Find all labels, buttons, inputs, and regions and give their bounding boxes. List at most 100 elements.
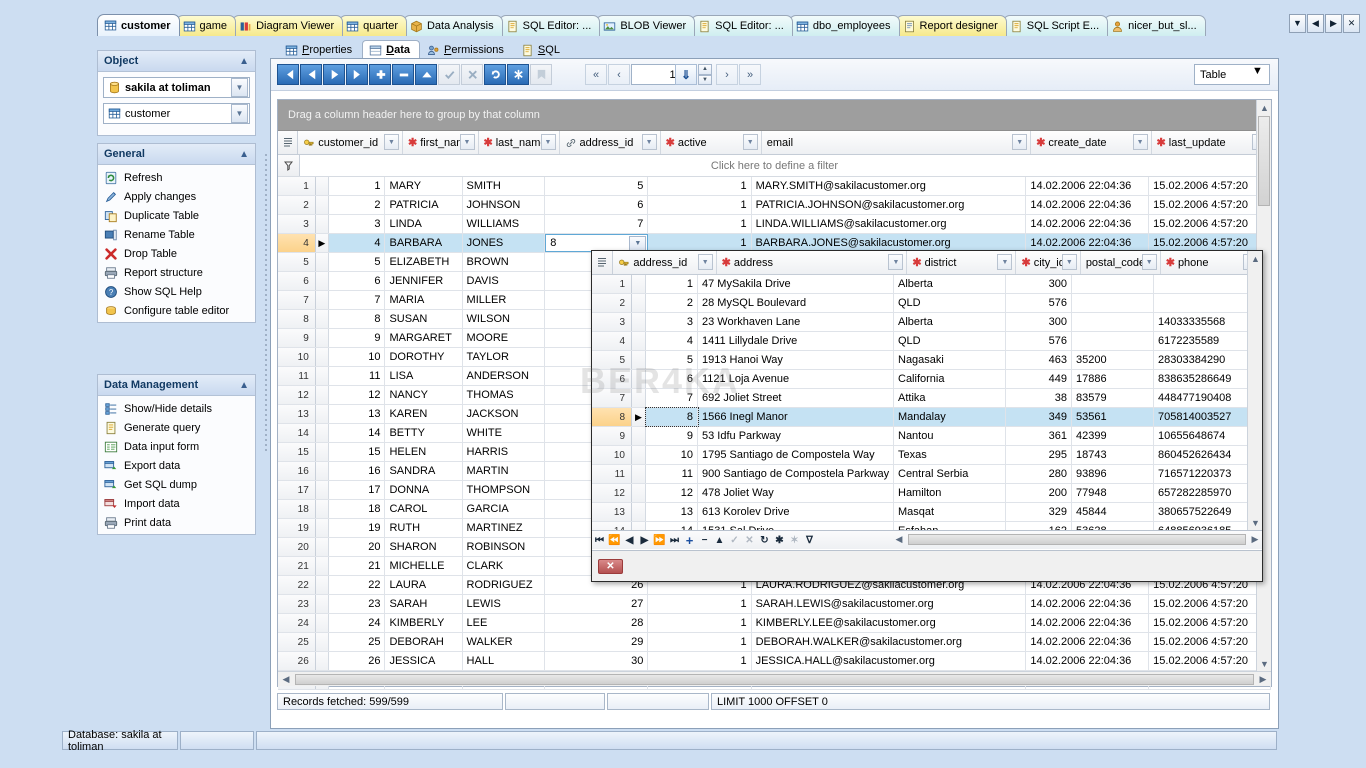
- cell-create_date[interactable]: 14.02.2006 22:04:36: [1026, 633, 1149, 651]
- cell-last_name[interactable]: SMITH: [463, 177, 546, 195]
- popup-cell-postal_code[interactable]: [1072, 332, 1154, 350]
- column-header-active[interactable]: ✱active▼: [661, 131, 762, 154]
- cell-last_update[interactable]: 15.02.2006 4:57:20: [1149, 215, 1271, 233]
- popup-cell-phone[interactable]: 380657522649: [1154, 503, 1258, 521]
- cell-customer_id[interactable]: 21: [329, 557, 386, 575]
- cell-customer_id[interactable]: 10: [329, 348, 386, 366]
- popup-cell-phone[interactable]: 657282285970: [1154, 484, 1258, 502]
- popup-cell-postal_code[interactable]: 53561: [1072, 408, 1154, 426]
- tab-dbo-employees[interactable]: dbo_employees: [789, 15, 900, 36]
- popup-cell-address[interactable]: 1795 Santiago de Compostela Way: [698, 446, 894, 464]
- object-panel-header[interactable]: Object ▲: [98, 51, 255, 72]
- cell-email[interactable]: JESSICA.HALL@sakilacustomer.org: [752, 652, 1027, 670]
- general-drop-table[interactable]: Drop Table: [100, 244, 255, 263]
- prior-record-button[interactable]: [300, 64, 322, 85]
- scroll-right-icon[interactable]: ▶: [1248, 534, 1262, 545]
- grid-filter-row[interactable]: Click here to define a filter: [278, 155, 1271, 177]
- popup-cell-postal_code[interactable]: [1072, 294, 1154, 312]
- cell-customer_id[interactable]: 15: [329, 443, 386, 461]
- cell-last_update[interactable]: 15.02.2006 4:57:20: [1149, 595, 1271, 613]
- popup-cell-phone[interactable]: 14033335568: [1154, 313, 1258, 331]
- popup-cell-address_id[interactable]: 6: [646, 370, 698, 388]
- general-apply-changes[interactable]: Apply changes: [100, 187, 255, 206]
- cell-last_name[interactable]: MILLER: [463, 291, 546, 309]
- table-row[interactable]: 33LINDAWILLIAMS71LINDA.WILLIAMS@sakilacu…: [278, 215, 1271, 234]
- cell-last_update[interactable]: 15.02.2006 4:57:20: [1149, 652, 1271, 670]
- popup-cell-address[interactable]: 28 MySQL Boulevard: [698, 294, 894, 312]
- popup-cell-phone[interactable]: 28303384290: [1154, 351, 1258, 369]
- scroll-up-icon[interactable]: ▲: [1257, 100, 1272, 115]
- popup-first-button[interactable]: ⏮: [592, 532, 607, 549]
- vscroll-thumb[interactable]: [1258, 116, 1270, 206]
- column-header-email[interactable]: email▼: [762, 131, 1031, 154]
- popup-cell-phone[interactable]: [1154, 294, 1258, 312]
- tab-sql-script-e[interactable]: SQL Script E...: [1003, 15, 1108, 36]
- chevron-down-icon[interactable]: ▼: [231, 78, 248, 97]
- popup-cell-postal_code[interactable]: 83579: [1072, 389, 1154, 407]
- cell-first_name[interactable]: DEBORAH: [385, 633, 462, 651]
- cell-last_name[interactable]: TAYLOR: [463, 348, 546, 366]
- table-row[interactable]: 2626JESSICAHALL301JESSICA.HALL@sakilacus…: [278, 652, 1271, 671]
- last-record-button[interactable]: [346, 64, 368, 85]
- popup-hscroll-thumb[interactable]: [908, 534, 1246, 545]
- tab-customer[interactable]: customer: [97, 14, 180, 36]
- cell-customer_id[interactable]: 20: [329, 538, 386, 556]
- popup-table-row[interactable]: 441411 Lillydale DriveQLD5766172235589: [592, 332, 1262, 351]
- cell-last_name[interactable]: RODRIGUEZ: [463, 576, 546, 594]
- popup-cell-district[interactable]: Mandalay: [894, 408, 1006, 426]
- cell-address_id[interactable]: 5: [545, 177, 648, 195]
- column-chooser-icon[interactable]: [284, 138, 292, 147]
- cell-customer_id[interactable]: 7: [329, 291, 386, 309]
- cell-last_name[interactable]: JACKSON: [463, 405, 546, 423]
- popup-cell-address_id[interactable]: 8: [646, 408, 698, 426]
- cell-create_date[interactable]: 14.02.2006 22:04:36: [1026, 196, 1149, 214]
- data-management-generate-query[interactable]: Generate query: [100, 418, 255, 437]
- cell-first_name[interactable]: BARBARA: [385, 234, 462, 252]
- cell-customer_id[interactable]: 26: [329, 652, 386, 670]
- popup-cell-address_id[interactable]: 5: [646, 351, 698, 369]
- popup-cell-address[interactable]: 478 Joliet Way: [698, 484, 894, 502]
- fetch-all-button[interactable]: ⇓: [675, 64, 697, 85]
- popup-cell-city_id[interactable]: 349: [1006, 408, 1072, 426]
- popup-cancel-button[interactable]: ✕: [742, 532, 757, 549]
- general-configure-table-editor[interactable]: Configure table editor: [100, 301, 255, 320]
- popup-cell-postal_code[interactable]: [1072, 275, 1154, 293]
- insert-record-button[interactable]: [369, 64, 391, 85]
- cell-first_name[interactable]: SANDRA: [385, 462, 462, 480]
- subtab-permissions[interactable]: Permissions: [420, 40, 514, 60]
- popup-apply-button[interactable]: ✶: [787, 532, 802, 549]
- cell-last_name[interactable]: JONES: [463, 234, 546, 252]
- popup-cell-postal_code[interactable]: [1072, 313, 1154, 331]
- column-filter-dropdown-icon[interactable]: ▼: [698, 254, 713, 270]
- popup-refresh-button[interactable]: ↻: [757, 532, 772, 549]
- table-combo[interactable]: customer ▼: [103, 103, 250, 124]
- cell-last_name[interactable]: HALL: [463, 652, 546, 670]
- cell-active[interactable]: 1: [648, 614, 751, 632]
- general-report-structure[interactable]: Report structure: [100, 263, 255, 282]
- popup-cell-district[interactable]: QLD: [894, 294, 1006, 312]
- first-record-button[interactable]: [277, 64, 299, 85]
- cell-customer_id[interactable]: 17: [329, 481, 386, 499]
- popup-cell-address_id[interactable]: 12: [646, 484, 698, 502]
- cell-first_name[interactable]: SARAH: [385, 595, 462, 613]
- popup-cell-city_id[interactable]: 200: [1006, 484, 1072, 502]
- cell-customer_id[interactable]: 5: [329, 253, 386, 271]
- general-rename-table[interactable]: Rename Table: [100, 225, 255, 244]
- cell-create_date[interactable]: 14.02.2006 22:04:36: [1026, 595, 1149, 613]
- popup-cell-postal_code[interactable]: 45844: [1072, 503, 1154, 521]
- popup-cell-address[interactable]: 692 Joliet Street: [698, 389, 894, 407]
- cell-customer_id[interactable]: 8: [329, 310, 386, 328]
- scroll-left-icon[interactable]: ◀: [892, 534, 906, 545]
- cell-last_update[interactable]: 15.02.2006 4:57:20: [1149, 177, 1271, 195]
- column-header-last_name[interactable]: ✱last_name▼: [479, 131, 560, 154]
- data-management-print-data[interactable]: Print data: [100, 513, 255, 532]
- cell-email[interactable]: PATRICIA.JOHNSON@sakilacustomer.org: [752, 196, 1027, 214]
- column-filter-dropdown-icon[interactable]: ▼: [460, 134, 475, 150]
- cell-last_name[interactable]: BROWN: [463, 253, 546, 271]
- tab-report-designer[interactable]: Report designer: [896, 15, 1007, 36]
- cell-first_name[interactable]: MICHELLE: [385, 557, 462, 575]
- cell-last_name[interactable]: ROBINSON: [463, 538, 546, 556]
- popup-cell-address[interactable]: 1566 Inegl Manor: [698, 408, 894, 426]
- cell-last_name[interactable]: LEE: [463, 614, 546, 632]
- cell-first_name[interactable]: ELIZABETH: [385, 253, 462, 271]
